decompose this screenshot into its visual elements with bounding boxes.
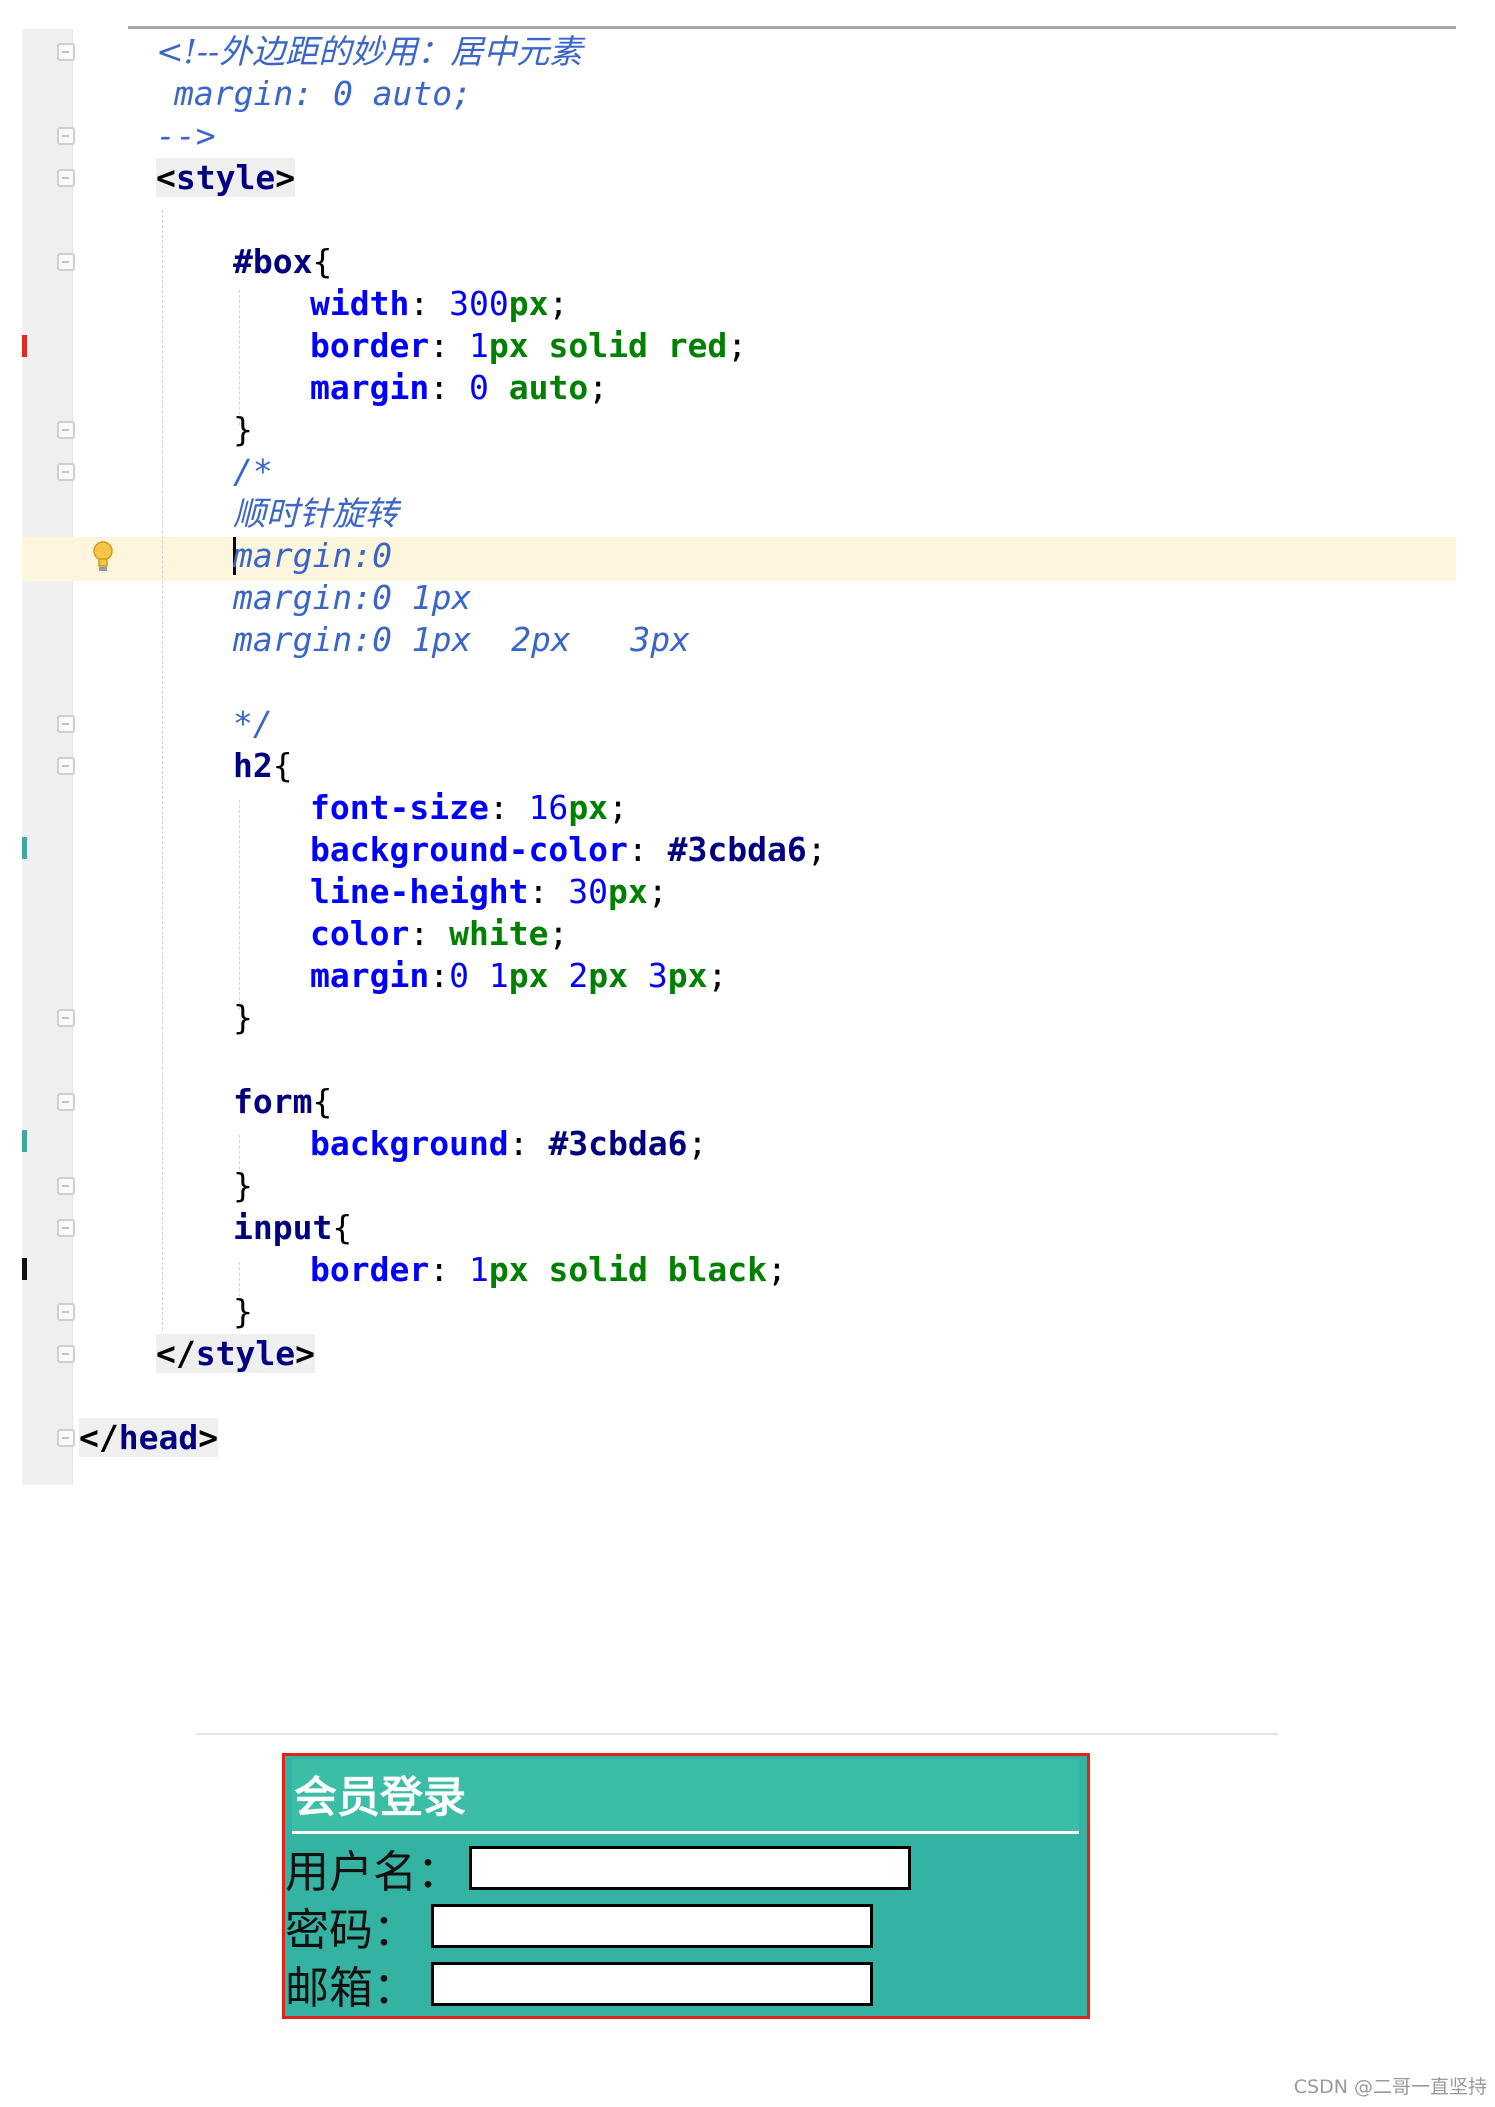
indent-guide — [162, 210, 163, 1330]
code-line-declaration[interactable]: background-color: #3cbda6; — [310, 829, 827, 871]
username-input[interactable] — [469, 1846, 911, 1890]
head-close-tag: </head> — [79, 1418, 219, 1457]
code-line-declaration[interactable]: color: white; — [310, 913, 568, 955]
login-heading: 会员登录 — [292, 1759, 1079, 1834]
email-row: 邮箱： — [285, 1958, 873, 2014]
change-marker-added — [22, 1130, 27, 1152]
fold-icon[interactable] — [57, 1177, 75, 1195]
fold-icon[interactable] — [57, 1303, 75, 1321]
username-row: 用户名： — [285, 1842, 911, 1898]
comment-text: --> — [156, 116, 216, 155]
code-line-declaration[interactable]: margin:0 1px 2px 3px; — [310, 955, 727, 997]
code-line-comment-open[interactable]: <!--外边距的妙用：居中元素 — [156, 31, 582, 73]
fold-icon[interactable] — [57, 1219, 75, 1237]
fold-icon[interactable] — [57, 1429, 75, 1447]
code-line-style-close[interactable]: </style> — [156, 1333, 315, 1375]
fold-icon[interactable] — [57, 757, 75, 775]
watermark: CSDN @二哥一直坚持 — [1293, 2076, 1487, 2098]
code-line-selector-box[interactable]: #box{ — [233, 241, 332, 283]
editor-top-border — [128, 26, 1456, 29]
fold-icon[interactable] — [57, 421, 75, 439]
code-line-declaration[interactable]: border: 1px solid red; — [310, 325, 747, 367]
fold-icon[interactable] — [57, 463, 75, 481]
fold-icon[interactable] — [57, 715, 75, 733]
comment-text: <!--外边距的妙用：居中元素 — [156, 32, 583, 71]
preview-divider — [196, 1733, 1278, 1735]
comment-text: margin: 0 auto; — [174, 74, 473, 113]
code-line-declaration[interactable]: margin: 0 auto; — [310, 367, 608, 409]
code-line-selector-input[interactable]: input{ — [233, 1207, 352, 1249]
code-line-comment-current[interactable]: margin:0 — [233, 535, 392, 577]
indent-guide — [239, 800, 240, 1010]
code-line-declaration[interactable]: font-size: 16px; — [310, 787, 628, 829]
code-line-declaration[interactable]: line-height: 30px; — [310, 871, 668, 913]
email-label: 邮箱： — [285, 1963, 417, 2014]
fold-icon[interactable] — [57, 127, 75, 145]
style-close-tag: </style> — [156, 1334, 315, 1373]
code-line-comment-open[interactable]: /* — [233, 451, 273, 493]
change-marker-cursor — [22, 1258, 27, 1280]
change-marker-modified — [22, 335, 27, 357]
code-line-brace-close[interactable]: } — [233, 1165, 253, 1207]
indent-guide — [239, 290, 240, 425]
code-line-brace-close[interactable]: } — [233, 409, 253, 451]
change-marker-added — [22, 837, 27, 859]
code-line-comment[interactable]: margin:0 1px — [233, 577, 471, 619]
code-line-comment-close[interactable]: --> — [156, 115, 216, 157]
code-line-selector-form[interactable]: form{ — [233, 1081, 332, 1123]
code-line-comment[interactable]: margin:0 1px 2px 3px — [233, 619, 690, 661]
code-line-declaration[interactable]: background: #3cbda6; — [310, 1123, 707, 1165]
password-input[interactable] — [431, 1904, 873, 1948]
code-line-comment[interactable]: 顺时针旋转 — [233, 493, 398, 535]
password-row: 密码： — [285, 1900, 873, 1956]
username-label: 用户名： — [285, 1847, 461, 1898]
fold-icon[interactable] — [57, 1009, 75, 1027]
style-open-tag: <style> — [156, 158, 296, 197]
fold-icon[interactable] — [57, 1093, 75, 1111]
password-label: 密码： — [285, 1905, 417, 1956]
code-line-brace-close[interactable]: } — [233, 997, 253, 1039]
fold-icon[interactable] — [57, 43, 75, 61]
code-line-declaration[interactable]: width: 300px; — [310, 283, 568, 325]
code-line-comment-close[interactable]: */ — [233, 703, 273, 745]
fold-icon[interactable] — [57, 253, 75, 271]
code-line-style-open[interactable]: <style> — [156, 157, 296, 199]
code-line-declaration[interactable]: border: 1px solid black; — [310, 1249, 787, 1291]
code-line-head-close[interactable]: </head> — [79, 1417, 219, 1459]
email-input[interactable] — [431, 1962, 873, 2006]
lightbulb-icon[interactable] — [92, 540, 114, 574]
code-line-brace-close[interactable]: } — [233, 1291, 253, 1333]
code-line-selector-h2[interactable]: h2{ — [233, 745, 293, 787]
fold-icon[interactable] — [57, 169, 75, 187]
code-editor: <!--外边距的妙用：居中元素 margin: 0 auto; --> <sty… — [0, 0, 1495, 1485]
code-line-comment[interactable]: margin: 0 auto; — [174, 73, 472, 115]
fold-icon[interactable] — [57, 1345, 75, 1363]
login-box: 会员登录 用户名： 密码： 邮箱： — [282, 1753, 1090, 2019]
